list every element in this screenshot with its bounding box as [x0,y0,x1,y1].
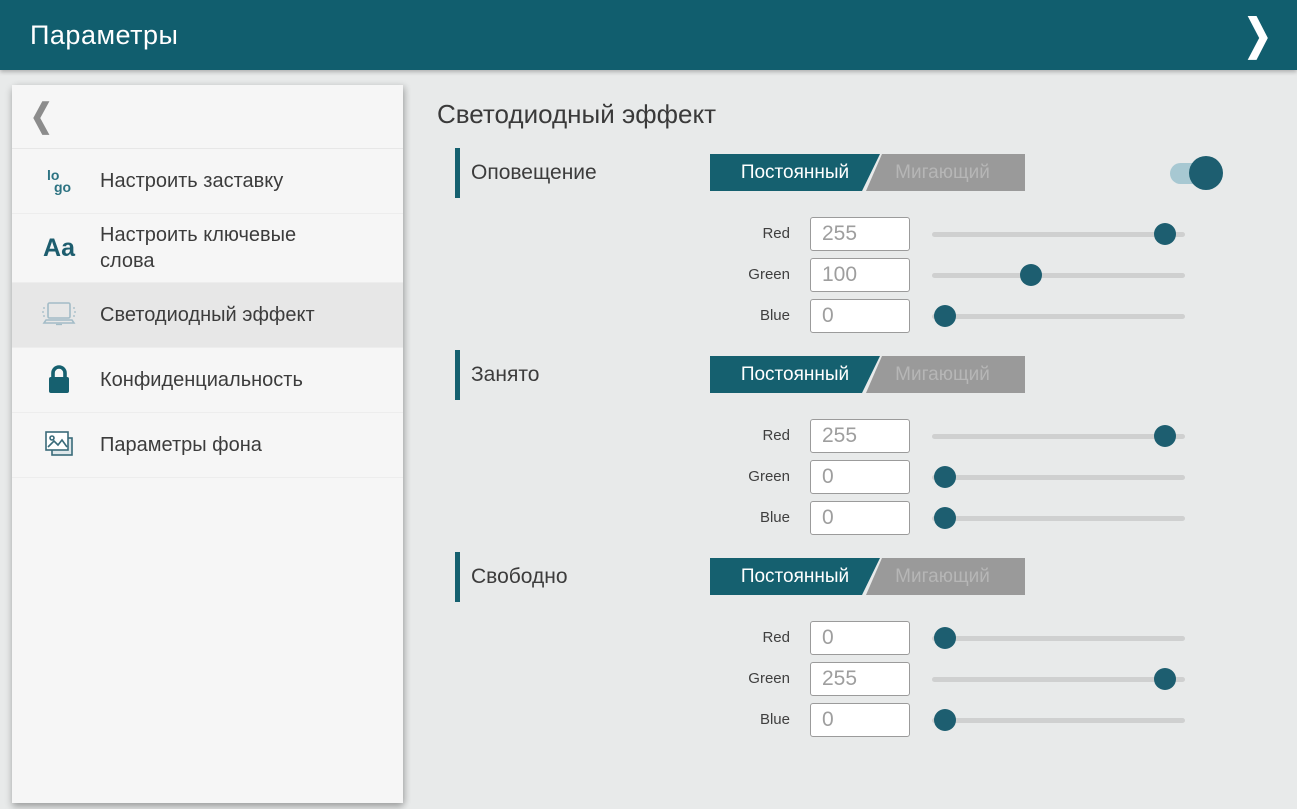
back-chevron-icon: ❮ [30,98,53,135]
green-label: Green [437,468,790,485]
red-input[interactable] [810,621,910,655]
forward-chevron-icon[interactable]: ❯ [1244,10,1273,60]
slider-knob[interactable] [934,466,956,488]
red-slider[interactable] [932,419,1185,453]
mode-constant-button[interactable]: Постоянный [710,356,880,393]
section-title: Оповещение [471,161,597,185]
sidebar-item-led-effect[interactable]: Светодиодный эффект [12,283,403,348]
blue-label: Blue [437,307,790,324]
red-label: Red [437,427,790,444]
green-label: Green [437,670,790,687]
sidebar-item-label: Светодиодный эффект [100,302,315,328]
mode-toggle-free: Постоянный Мигающий [710,558,1025,595]
page-title: Параметры [30,20,178,51]
red-row: Red [437,415,1247,456]
red-row: Red [437,617,1247,658]
slider-knob[interactable] [1020,264,1042,286]
keywords-icon: Aa [36,234,82,263]
sidebar-item-screensaver[interactable]: logo Настроить заставку [12,149,403,214]
sidebar-item-label: Конфиденциальность [100,367,303,393]
slider-knob[interactable] [934,709,956,731]
logo-icon: logo [36,169,82,193]
slider-track [932,434,1185,439]
slider-track [932,232,1185,237]
blue-row: Blue [437,497,1247,538]
slider-track [932,516,1185,521]
green-input[interactable] [810,460,910,494]
section-title: Занято [471,363,539,387]
mode-toggle-notification: Постоянный Мигающий [710,154,1025,191]
slider-track [932,636,1185,641]
green-label: Green [437,266,790,283]
slider-knob[interactable] [1154,425,1176,447]
app-header: Параметры ❯ [0,0,1297,70]
red-label: Red [437,225,790,242]
mode-blinking-button[interactable]: Мигающий [860,356,1025,393]
section-free: Свободно Постоянный Мигающий Red Green [437,552,1247,740]
green-row: Green [437,456,1247,497]
slider-knob[interactable] [1154,223,1176,245]
slider-knob[interactable] [934,507,956,529]
notification-enable-switch[interactable] [1170,155,1228,191]
slider-knob[interactable] [1154,668,1176,690]
blue-slider[interactable] [932,501,1185,535]
slider-track [932,314,1185,319]
sidebar-item-label: Настроить заставку [100,168,283,194]
green-slider[interactable] [932,258,1185,292]
led-effect-icon [36,300,82,330]
blue-input[interactable] [810,501,910,535]
main-title: Светодиодный эффект [437,99,716,130]
blue-row: Blue [437,295,1247,336]
switch-knob [1189,156,1223,190]
red-input[interactable] [810,419,910,453]
red-row: Red [437,213,1247,254]
slider-track [932,677,1185,682]
slider-track [932,273,1185,278]
section-title: Свободно [471,565,568,589]
sidebar: ❮ logo Настроить заставку Aa Настроить к… [12,85,403,803]
mode-constant-button[interactable]: Постоянный [710,558,880,595]
section-accent-bar [455,148,460,198]
slider-track [932,475,1185,480]
section-notification: Оповещение Постоянный Мигающий Red Green [437,148,1247,336]
slider-track [932,718,1185,723]
red-input[interactable] [810,217,910,251]
blue-slider[interactable] [932,703,1185,737]
blue-input[interactable] [810,703,910,737]
sidebar-back-button[interactable]: ❮ [12,85,403,149]
sidebar-item-keywords[interactable]: Aa Настроить ключевые слова [12,214,403,283]
sidebar-item-background[interactable]: Параметры фона [12,413,403,478]
sidebar-item-label: Параметры фона [100,432,262,458]
green-input[interactable] [810,662,910,696]
red-slider[interactable] [932,217,1185,251]
section-busy: Занято Постоянный Мигающий Red Green [437,350,1247,538]
red-slider[interactable] [932,621,1185,655]
mode-constant-button[interactable]: Постоянный [710,154,880,191]
green-slider[interactable] [932,662,1185,696]
section-accent-bar [455,552,460,602]
blue-label: Blue [437,509,790,526]
lock-icon [36,364,82,396]
blue-input[interactable] [810,299,910,333]
mode-toggle-busy: Постоянный Мигающий [710,356,1025,393]
blue-row: Blue [437,699,1247,740]
green-row: Green [437,254,1247,295]
green-slider[interactable] [932,460,1185,494]
red-label: Red [437,629,790,646]
slider-knob[interactable] [934,305,956,327]
blue-slider[interactable] [932,299,1185,333]
mode-blinking-button[interactable]: Мигающий [860,154,1025,191]
background-icon [36,429,82,461]
mode-blinking-button[interactable]: Мигающий [860,558,1025,595]
sidebar-item-privacy[interactable]: Конфиденциальность [12,348,403,413]
sidebar-item-label: Настроить ключевые слова [100,222,350,274]
green-row: Green [437,658,1247,699]
slider-knob[interactable] [934,627,956,649]
blue-label: Blue [437,711,790,728]
section-accent-bar [455,350,460,400]
green-input[interactable] [810,258,910,292]
